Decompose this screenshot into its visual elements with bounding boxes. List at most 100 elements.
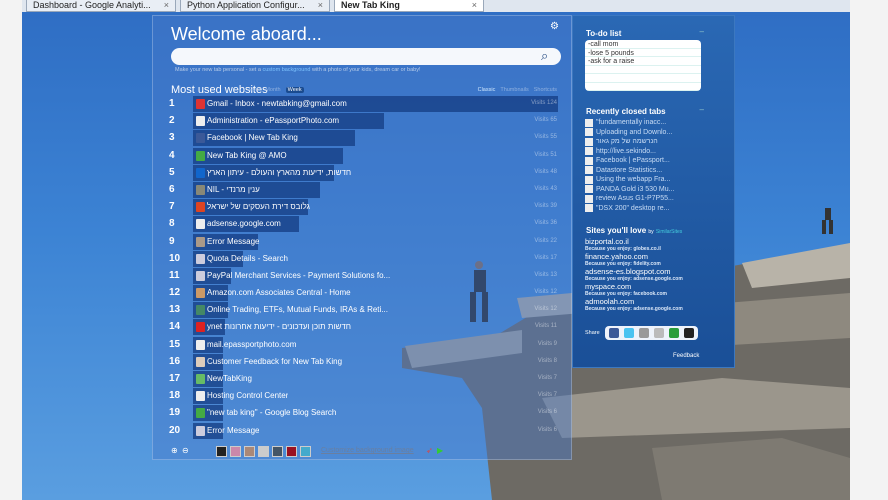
browser-tab-analytics[interactable]: Dashboard - Google Analyti... ×	[26, 0, 176, 12]
site-title[interactable]: Customer Feedback for New Tab King	[207, 357, 342, 366]
closed-tab-item[interactable]: "DSX 200" desktop re...	[585, 204, 674, 214]
site-title[interactable]: ynet חדשות תוכן ועדכונים - ידיעות אחרונו…	[207, 322, 351, 331]
suggested-site-link[interactable]: adsense-es.blogspot.com	[585, 267, 683, 276]
gear-icon[interactable]: ⚙	[550, 21, 559, 32]
favicon-icon	[196, 99, 205, 109]
closed-tab-item[interactable]: http://live.sekindo...	[585, 147, 674, 157]
site-title[interactable]: New Tab King @ AMO	[207, 151, 287, 160]
period-week[interactable]: Week	[285, 87, 304, 93]
background-swatch[interactable]	[216, 446, 227, 457]
list-item[interactable]: 16 Customer Feedback for New Tab King Vi…	[165, 353, 565, 371]
sites-title: Sites you'll love	[586, 226, 647, 235]
closed-tab-item[interactable]: "fundamentally inacc...	[585, 118, 674, 128]
site-title[interactable]: Quota Details - Search	[207, 254, 288, 263]
close-icon[interactable]: ×	[472, 0, 477, 11]
list-item[interactable]: 10 Quota Details - Search Visits 17	[165, 250, 565, 268]
search-icon[interactable]: ⌕	[541, 48, 548, 64]
zoom-out-icon[interactable]: ⊖	[182, 446, 189, 455]
similarsites-logo[interactable]: SimilarSites	[656, 229, 682, 235]
site-title[interactable]: NewTabKing	[207, 374, 252, 383]
customize-background-link[interactable]: Customize background image	[321, 447, 414, 454]
view-shortcuts[interactable]: Shortcuts	[534, 87, 557, 93]
share-icon[interactable]	[668, 328, 679, 338]
background-swatch[interactable]	[258, 446, 269, 457]
site-title[interactable]: PayPal Merchant Services - Payment Solut…	[207, 271, 390, 280]
collapse-icon[interactable]: –	[700, 105, 704, 114]
site-title[interactable]: Gmail - Inbox - newtabking@gmail.com	[207, 99, 347, 108]
background-swatch[interactable]	[286, 446, 297, 457]
closed-tab-item[interactable]: Using the webapp Fra...	[585, 175, 674, 185]
list-item[interactable]: 12 Amazon.com Associates Central - Home …	[165, 285, 565, 302]
recently-closed-heading: Recently closed tabs	[586, 107, 666, 116]
site-title[interactable]: Error Message	[207, 426, 259, 435]
todo-textarea[interactable]: -call mom -lose 5 pounds -ask for a rais…	[585, 40, 701, 91]
closed-tab-item[interactable]: Uploading and Downlo...	[585, 128, 674, 138]
facebook-icon[interactable]	[608, 328, 619, 338]
period-month[interactable]: Month	[265, 87, 280, 93]
suggested-site-link[interactable]: bizportal.co.il	[585, 237, 683, 246]
list-item[interactable]: 14 ynet חדשות תוכן ועדכונים - ידיעות אחר…	[165, 319, 565, 336]
browser-tab-python[interactable]: Python Application Configur... ×	[180, 0, 330, 12]
custom-background-link[interactable]: custom background	[262, 67, 310, 73]
close-icon[interactable]: ×	[164, 0, 169, 11]
list-item[interactable]: 15 mail.epassportphoto.com Visits 9	[165, 336, 565, 354]
collapse-icon[interactable]: –	[700, 27, 704, 36]
site-title[interactable]: NIL - ענין מרנדי	[207, 185, 260, 194]
view-thumbnails[interactable]: Thumbnails	[500, 87, 528, 93]
site-title[interactable]: Amazon.com Associates Central - Home	[207, 288, 351, 297]
background-swatch[interactable]	[230, 446, 241, 457]
site-title[interactable]: Online Trading, ETFs, Mutual Funds, IRAs…	[207, 305, 388, 314]
site-title[interactable]: חדשות, ידיעות מהארץ והעולם - עיתון הארץ	[207, 168, 351, 177]
site-title[interactable]: mail.epassportphoto.com	[207, 340, 296, 349]
list-item[interactable]: 13 Online Trading, ETFs, Mutual Funds, I…	[165, 302, 565, 319]
visit-count: Visits 12	[534, 306, 557, 313]
background-swatch[interactable]	[272, 446, 283, 457]
zoom-in-icon[interactable]: ⊕	[171, 446, 178, 455]
email-icon[interactable]	[638, 328, 649, 338]
play-icon[interactable]: ▶	[437, 446, 443, 455]
list-item[interactable]: 3 Facebook | New Tab King Visits 55	[165, 130, 565, 147]
print-icon[interactable]	[653, 328, 664, 338]
closed-tab-item[interactable]: Facebook | ePassport...	[585, 156, 674, 166]
rocket-icon[interactable]: ➶	[426, 446, 433, 455]
site-title[interactable]: Administration - ePassportPhoto.com	[207, 116, 339, 125]
suggested-site-link[interactable]: myspace.com	[585, 282, 683, 291]
period-ever[interactable]: Ever	[249, 87, 260, 93]
list-item[interactable]: 2 Administration - ePassportPhoto.com Vi…	[165, 113, 565, 130]
list-item[interactable]: 11 PayPal Merchant Services - Payment So…	[165, 267, 565, 285]
closed-tab-title: "fundamentally inacc...	[596, 119, 667, 127]
search-input[interactable]	[171, 48, 561, 65]
background-swatch[interactable]	[244, 446, 255, 457]
feedback-link[interactable]: Feedback	[673, 353, 699, 359]
site-title[interactable]: Facebook | New Tab King	[207, 133, 298, 142]
delicious-icon[interactable]	[683, 328, 694, 338]
suggested-site-link[interactable]: admoolah.com	[585, 297, 683, 306]
browser-tab-newtabking[interactable]: New Tab King ×	[334, 0, 484, 12]
background-swatch[interactable]	[300, 446, 311, 457]
closed-tab-item[interactable]: הנרשמה של מק גאור	[585, 137, 674, 147]
list-item[interactable]: 1 Gmail - Inbox - newtabking@gmail.com V…	[165, 96, 565, 113]
list-item[interactable]: 17 NewTabKing Visits 7	[165, 371, 565, 388]
list-item[interactable]: 7 גלובס דירת העסקים של ישראל Visits 39	[165, 199, 565, 216]
closed-tab-item[interactable]: review Asus G1-P7P55...	[585, 194, 674, 204]
site-title[interactable]: Hosting Control Center	[207, 391, 288, 400]
site-title[interactable]: "new tab king" - Google Blog Search	[207, 408, 336, 417]
close-icon[interactable]: ×	[318, 0, 323, 11]
site-title[interactable]: גלובס דירת העסקים של ישראל	[207, 202, 310, 211]
list-item[interactable]: 19 "new tab king" - Google Blog Search V…	[165, 405, 565, 422]
list-item[interactable]: 5 חדשות, ידיעות מהארץ והעולם - עיתון האר…	[165, 164, 565, 182]
twitter-icon[interactable]	[623, 328, 634, 338]
closed-tab-item[interactable]: Datastore Statistics...	[585, 166, 674, 176]
list-item[interactable]: 6 NIL - ענין מרנדי Visits 43	[165, 181, 565, 199]
suggested-site-link[interactable]: finance.yahoo.com	[585, 252, 683, 261]
site-title[interactable]: Error Message	[207, 237, 259, 246]
site-title[interactable]: adsense.google.com	[207, 219, 281, 228]
view-classic[interactable]: Classic	[478, 87, 496, 93]
list-item[interactable]: 20 Error Message Visits 6	[165, 422, 565, 440]
list-item[interactable]: 18 Hosting Control Center Visits 7	[165, 388, 565, 405]
list-item[interactable]: 4 New Tab King @ AMO Visits 51	[165, 147, 565, 165]
visit-count: Visits 13	[534, 271, 557, 278]
closed-tab-item[interactable]: PANDA Gold i3 530 Mu...	[585, 185, 674, 195]
list-item[interactable]: 9 Error Message Visits 22	[165, 233, 565, 251]
list-item[interactable]: 8 adsense.google.com Visits 36	[165, 216, 565, 233]
